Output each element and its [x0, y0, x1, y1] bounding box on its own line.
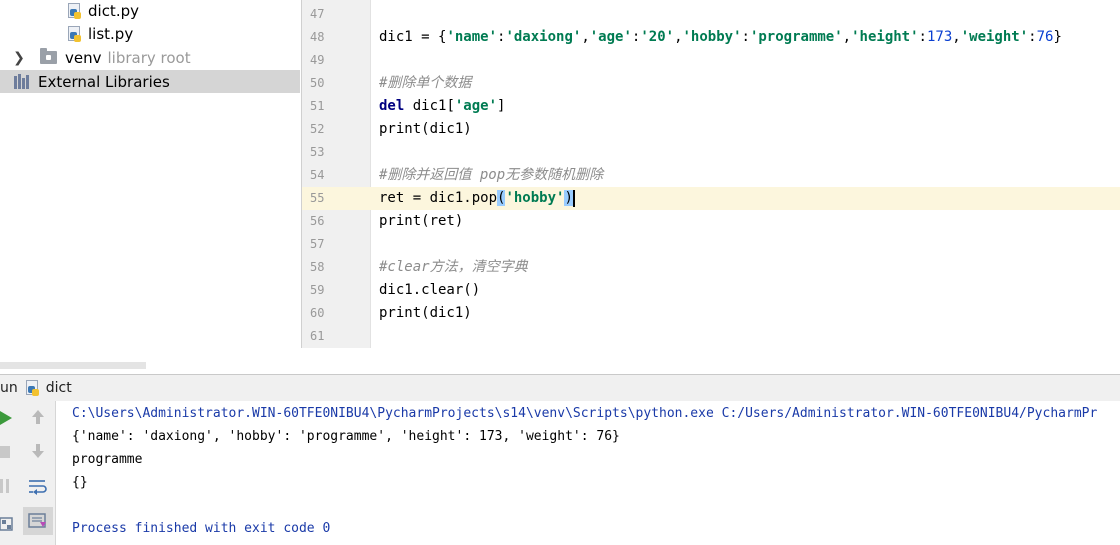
console-exit-message: Process finished with exit code 0 — [72, 521, 331, 536]
console-output-line: {'name': 'daxiong', 'hobby': 'programme'… — [72, 429, 620, 444]
code-line[interactable]: print(dic1) — [371, 118, 1120, 141]
line-number: 50 — [310, 76, 325, 90]
python-file-icon — [66, 25, 82, 42]
console-output-line: {} — [72, 475, 88, 490]
line-number: 58 — [310, 260, 325, 274]
arrow-up-icon[interactable] — [28, 407, 48, 427]
run-toolbar-primary — [0, 401, 20, 545]
line-number: 51 — [310, 99, 325, 113]
code-line-current[interactable]: ret = dic1.pop('hobby') — [371, 187, 1120, 210]
code-line[interactable]: #删除单个数据 — [371, 72, 1120, 95]
code-line[interactable]: #删除并返回值 pop无参数随机删除 — [371, 164, 1120, 187]
project-tree-panel: dict.py list.py ❯ venv library root Exte… — [0, 0, 300, 348]
code-line[interactable] — [371, 325, 1120, 348]
pause-icon[interactable] — [0, 477, 12, 495]
project-horizontal-scrollbar[interactable] — [0, 362, 146, 369]
line-number: 60 — [310, 306, 325, 320]
line-number: 52 — [310, 122, 325, 136]
editor-gutter: 47 48 49 50 51 52 53 54 55 56 57 58 59 6… — [301, 0, 372, 348]
line-number-current: 55 — [302, 187, 372, 210]
code-line[interactable]: del dic1['age'] — [371, 95, 1120, 118]
console-output-line: programme — [72, 452, 143, 467]
layout-icon[interactable] — [0, 515, 14, 533]
code-line[interactable]: dic1.clear() — [371, 279, 1120, 302]
folder-icon — [40, 48, 57, 64]
code-line[interactable] — [371, 141, 1120, 164]
tree-item-label: venv — [65, 48, 102, 67]
console-command-line: C:\Users\Administrator.WIN-60TFE0NIBU4\P… — [72, 406, 1098, 421]
line-number: 49 — [310, 53, 325, 67]
text-caret — [572, 189, 575, 207]
run-console[interactable]: C:\Users\Administrator.WIN-60TFE0NIBU4\P… — [56, 401, 1120, 545]
code-line[interactable] — [371, 49, 1120, 72]
line-number: 56 — [310, 214, 325, 228]
python-file-icon — [66, 2, 82, 19]
tree-item-label: list.py — [88, 24, 134, 43]
code-line[interactable]: print(dic1) — [371, 302, 1120, 325]
libraries-icon — [14, 74, 32, 89]
python-file-icon — [24, 380, 40, 396]
tree-item-label: External Libraries — [38, 72, 170, 91]
run-config-name[interactable]: dict — [46, 380, 72, 396]
line-number: 59 — [310, 283, 325, 297]
tree-item-external-libraries[interactable]: External Libraries — [0, 70, 300, 93]
line-number: 61 — [310, 329, 325, 343]
code-line[interactable]: dic1 = {'name':'daxiong','age':'20','hob… — [371, 26, 1120, 49]
code-editor[interactable]: dic1 = {'name':'daxiong','age':'20','hob… — [371, 0, 1120, 348]
code-line[interactable] — [371, 3, 1120, 26]
rerun-icon[interactable] — [0, 409, 12, 427]
tree-item-dict-py[interactable]: dict.py — [0, 0, 300, 22]
run-tool-window-header: un dict — [0, 374, 1120, 401]
line-number: 53 — [310, 145, 325, 159]
line-number: 47 — [310, 7, 325, 21]
code-line[interactable] — [371, 233, 1120, 256]
line-number: 54 — [310, 168, 325, 182]
chevron-right-icon[interactable]: ❯ — [12, 50, 26, 66]
code-line[interactable]: #clear方法，清空字典 — [371, 256, 1120, 279]
run-label: un — [0, 380, 18, 396]
stop-icon[interactable] — [0, 443, 12, 461]
line-number: 57 — [310, 237, 325, 251]
scroll-to-end-icon[interactable] — [23, 507, 53, 535]
soft-wrap-icon[interactable] — [26, 475, 50, 497]
run-toolbar-secondary — [20, 401, 56, 545]
arrow-down-icon[interactable] — [28, 441, 48, 461]
tree-item-label: dict.py — [88, 1, 139, 20]
code-line[interactable]: print(ret) — [371, 210, 1120, 233]
tree-item-list-py[interactable]: list.py — [0, 22, 300, 45]
line-number: 48 — [310, 30, 325, 44]
tree-item-venv[interactable]: ❯ venv library root — [0, 46, 300, 69]
library-root-hint: library root — [107, 48, 191, 67]
